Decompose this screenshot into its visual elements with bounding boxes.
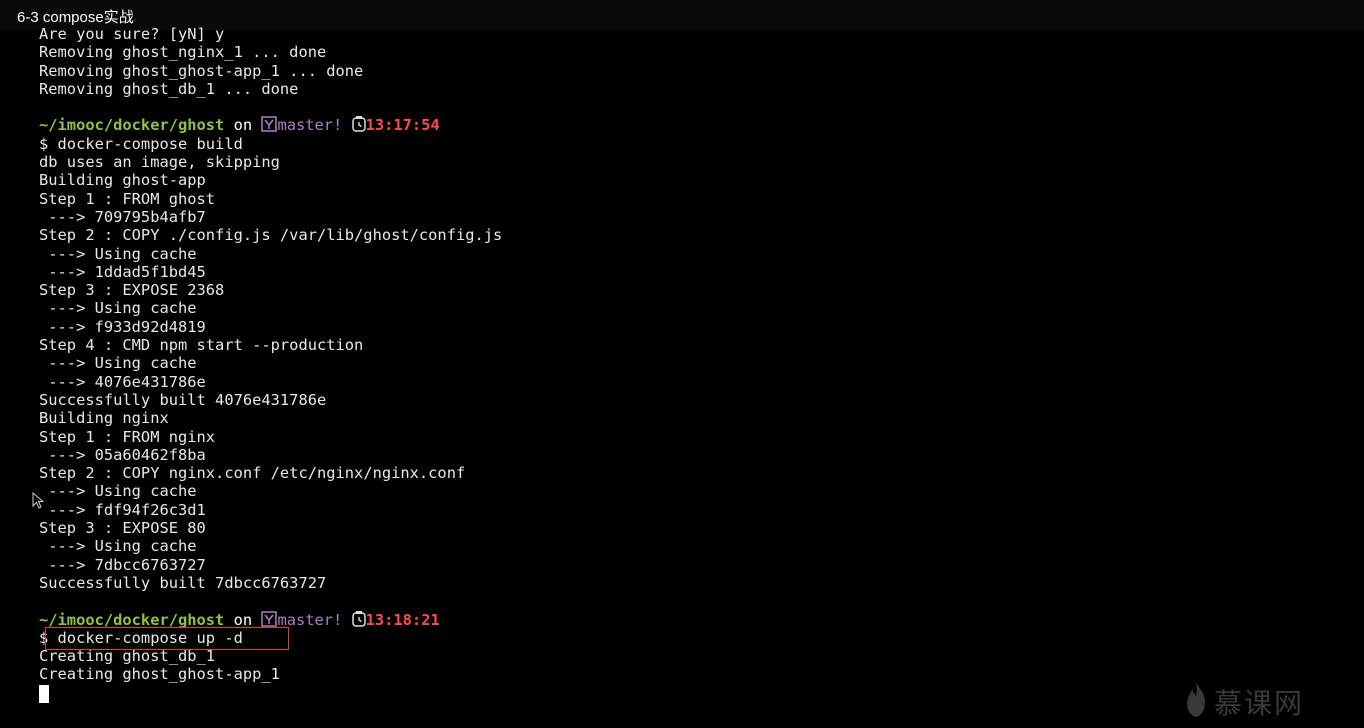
prompt-path: ~/imooc/docker/ghost xyxy=(39,610,225,629)
terminal-line: Step 2 : COPY nginx.conf /etc/nginx/ngin… xyxy=(39,464,466,483)
terminal-line: ---> fdf94f26c3d1 xyxy=(39,500,206,519)
terminal-line: Step 2 : COPY ./config.js /var/lib/ghost… xyxy=(39,226,503,245)
terminal-line: Are you sure? [yN] y xyxy=(39,25,225,43)
mouse-pointer-icon xyxy=(32,491,46,510)
clock-icon xyxy=(351,610,366,631)
terminal-line: ---> 709795b4afb7 xyxy=(39,207,206,226)
imooc-watermark: 慕课网 xyxy=(1184,680,1324,720)
prompt-branch: master! xyxy=(277,610,343,629)
command-highlight-box xyxy=(45,627,289,650)
terminal-line: ---> f933d92d4819 xyxy=(39,317,206,336)
terminal-line: Step 4 : CMD npm start --production xyxy=(39,336,364,355)
terminal-line: Step 1 : FROM nginx xyxy=(39,427,216,446)
terminal-line: Building ghost-app xyxy=(39,171,206,190)
terminal-line: Removing ghost_nginx_1 ... done xyxy=(39,43,327,62)
terminal-line: ---> 1ddad5f1bd45 xyxy=(39,262,206,281)
terminal-line: Building nginx xyxy=(39,409,169,428)
terminal-line: Removing ghost_db_1 ... done xyxy=(39,79,299,98)
terminal-line: ---> Using cache xyxy=(39,354,197,373)
terminal-line: ---> 7dbcc6763727 xyxy=(39,555,206,574)
terminal-line: Creating ghost_ghost-app_1 xyxy=(39,665,280,684)
terminal-line: ---> Using cache xyxy=(39,482,197,501)
prompt-path: ~/imooc/docker/ghost xyxy=(39,116,225,135)
terminal-line: ---> 05a60462f8ba xyxy=(39,445,206,464)
terminal-line: Step 1 : FROM ghost xyxy=(39,189,216,208)
terminal-line: $ docker-compose build xyxy=(39,134,243,153)
terminal-line: ---> Using cache xyxy=(39,537,197,556)
terminal-line: Successfully built 4076e431786e xyxy=(39,390,327,409)
terminal-line: Successfully built 7dbcc6763727 xyxy=(39,573,327,592)
clock-icon xyxy=(351,116,366,136)
prompt-time: 13:18:21 xyxy=(365,610,440,629)
prompt-on: on xyxy=(233,610,253,629)
terminal-line: Removing ghost_ghost-app_1 ... done xyxy=(39,61,364,80)
terminal-line: Step 3 : EXPOSE 2368 xyxy=(39,281,225,300)
terminal-line: db uses an image, skipping xyxy=(39,153,280,172)
watermark-text: 慕课网 xyxy=(1214,687,1305,720)
terminal-output[interactable]: Are you sure? [yN] y Removing ghost_ngin… xyxy=(39,25,1339,684)
shell-prompt: ~/imooc/docker/ghost on master! 13:17:54 xyxy=(39,116,1339,134)
terminal-cursor[interactable] xyxy=(39,685,49,703)
terminal-line: ---> Using cache xyxy=(39,244,197,263)
prompt-branch: master! xyxy=(277,116,343,135)
terminal-line: ---> Using cache xyxy=(39,299,197,318)
terminal-line: ---> 4076e431786e xyxy=(39,372,206,391)
flame-logo-icon xyxy=(1187,681,1205,717)
window-title: 6-3 compose实战 xyxy=(17,9,134,26)
prompt-time: 13:17:54 xyxy=(365,116,440,135)
terminal-line: Step 3 : EXPOSE 80 xyxy=(39,519,206,538)
prompt-on: on xyxy=(233,116,253,135)
git-branch-icon xyxy=(261,116,278,136)
